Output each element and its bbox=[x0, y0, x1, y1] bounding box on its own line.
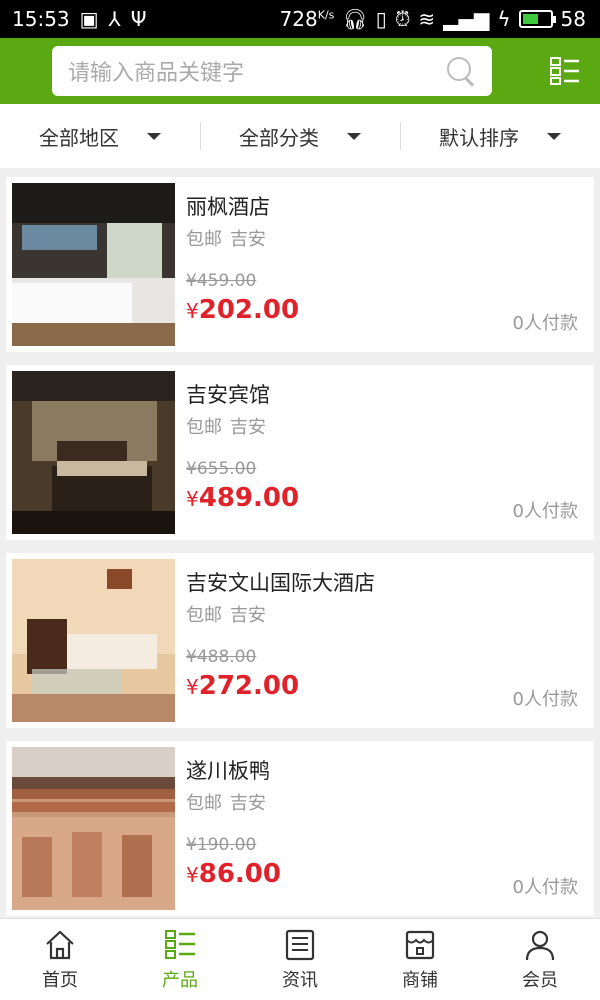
sale-price: ¥272.00 bbox=[186, 671, 300, 701]
chevron-down-icon bbox=[147, 132, 161, 140]
search-placeholder: 请输入商品关键字 bbox=[68, 61, 245, 86]
signal-icon: ▂▄▆ bbox=[443, 7, 490, 31]
paid-count: 0人付款 bbox=[512, 877, 578, 898]
vibrate-icon: ▯ bbox=[375, 7, 387, 31]
wifi-icon: ≋ bbox=[418, 7, 436, 31]
product-image bbox=[12, 371, 175, 534]
product-card[interactable]: 丽枫酒店 包邮 吉安 ¥459.00 ¥202.00 0人付款 bbox=[6, 177, 594, 352]
tab-home[interactable]: 首页 bbox=[0, 919, 120, 1000]
charging-icon: ϟ bbox=[497, 7, 511, 31]
product-tags: 包邮 吉安 bbox=[186, 793, 266, 814]
product-name: 吉安文山国际大酒店 bbox=[186, 571, 375, 595]
product-name: 丽枫酒店 bbox=[186, 195, 270, 219]
original-price: ¥459.00 bbox=[186, 271, 257, 291]
tab-products[interactable]: 产品 bbox=[120, 919, 240, 1000]
product-name: 遂川板鸭 bbox=[186, 759, 270, 783]
tab-label: 产品 bbox=[162, 969, 198, 991]
chevron-down-icon bbox=[347, 132, 361, 140]
filter-label: 全部分类 bbox=[239, 125, 319, 150]
original-price: ¥488.00 bbox=[186, 647, 257, 667]
product-card[interactable]: 吉安文山国际大酒店 包邮 吉安 ¥488.00 ¥272.00 0人付款 bbox=[6, 553, 594, 728]
chevron-down-icon bbox=[547, 132, 561, 140]
product-card[interactable]: 遂川板鸭 包邮 吉安 ¥190.00 ¥86.00 0人付款 bbox=[6, 741, 594, 916]
tab-label: 资讯 bbox=[282, 969, 318, 991]
tab-label: 会员 bbox=[522, 969, 558, 991]
product-tags: 包邮 吉安 bbox=[186, 605, 266, 626]
filter-bar: 全部地区 全部分类 默认排序 bbox=[0, 104, 600, 168]
sale-price: ¥489.00 bbox=[186, 483, 300, 513]
product-name: 吉安宾馆 bbox=[186, 383, 270, 407]
tab-member[interactable]: 会员 bbox=[480, 919, 600, 1000]
product-list: 丽枫酒店 包邮 吉安 ¥459.00 ¥202.00 0人付款 吉安宾馆 包邮 … bbox=[0, 168, 600, 918]
filter-category[interactable]: 全部分类 bbox=[200, 104, 400, 168]
network-speed: 728K/s bbox=[279, 7, 335, 31]
product-tags: 包邮 吉安 bbox=[186, 417, 266, 438]
search-icon[interactable] bbox=[446, 56, 476, 86]
tab-store[interactable]: 商铺 bbox=[360, 919, 480, 1000]
news-icon bbox=[285, 929, 315, 960]
paid-count: 0人付款 bbox=[512, 689, 578, 710]
status-time: 15:53 bbox=[12, 7, 70, 31]
alarm-icon: ⏰︎ bbox=[394, 7, 411, 31]
usb-icon: Ψ bbox=[130, 7, 147, 31]
sale-price: ¥202.00 bbox=[186, 295, 300, 325]
headphones-icon: 🎧︎ bbox=[342, 7, 368, 31]
home-icon bbox=[46, 930, 74, 959]
status-bar: 15:53 ▣ ⅄ Ψ 728K/s 🎧︎ ▯ ⏰︎ ≋ ▂▄▆ ϟ 58 bbox=[0, 0, 600, 38]
original-price: ¥190.00 bbox=[186, 835, 257, 855]
paid-count: 0人付款 bbox=[512, 313, 578, 334]
bottom-tab-bar: 首页 产品 资讯 商铺 会员 bbox=[0, 918, 600, 1000]
tab-label: 首页 bbox=[42, 969, 78, 991]
app-header: 请输入商品关键字 bbox=[0, 38, 600, 104]
product-tags: 包邮 吉安 bbox=[186, 229, 266, 250]
tab-label: 商铺 bbox=[402, 969, 438, 991]
list-icon bbox=[165, 929, 195, 959]
sale-price: ¥86.00 bbox=[186, 859, 281, 889]
image-notification-icon: ▣ bbox=[79, 7, 99, 31]
original-price: ¥655.00 bbox=[186, 459, 257, 479]
share-icon: ⅄ bbox=[108, 7, 121, 31]
store-icon bbox=[405, 930, 435, 959]
tab-news[interactable]: 资讯 bbox=[240, 919, 360, 1000]
filter-sort[interactable]: 默认排序 bbox=[400, 104, 600, 168]
paid-count: 0人付款 bbox=[512, 501, 578, 522]
search-input[interactable]: 请输入商品关键字 bbox=[52, 46, 492, 96]
filter-region[interactable]: 全部地区 bbox=[0, 104, 200, 168]
filter-label: 全部地区 bbox=[39, 125, 119, 150]
battery-icon bbox=[518, 10, 556, 28]
user-icon bbox=[525, 930, 555, 960]
product-image bbox=[12, 559, 175, 722]
product-image bbox=[12, 183, 175, 346]
filter-label: 默认排序 bbox=[439, 125, 519, 150]
product-image bbox=[12, 747, 175, 910]
category-menu-icon[interactable] bbox=[550, 57, 580, 85]
battery-level: 58 bbox=[560, 7, 586, 31]
product-card[interactable]: 吉安宾馆 包邮 吉安 ¥655.00 ¥489.00 0人付款 bbox=[6, 365, 594, 540]
